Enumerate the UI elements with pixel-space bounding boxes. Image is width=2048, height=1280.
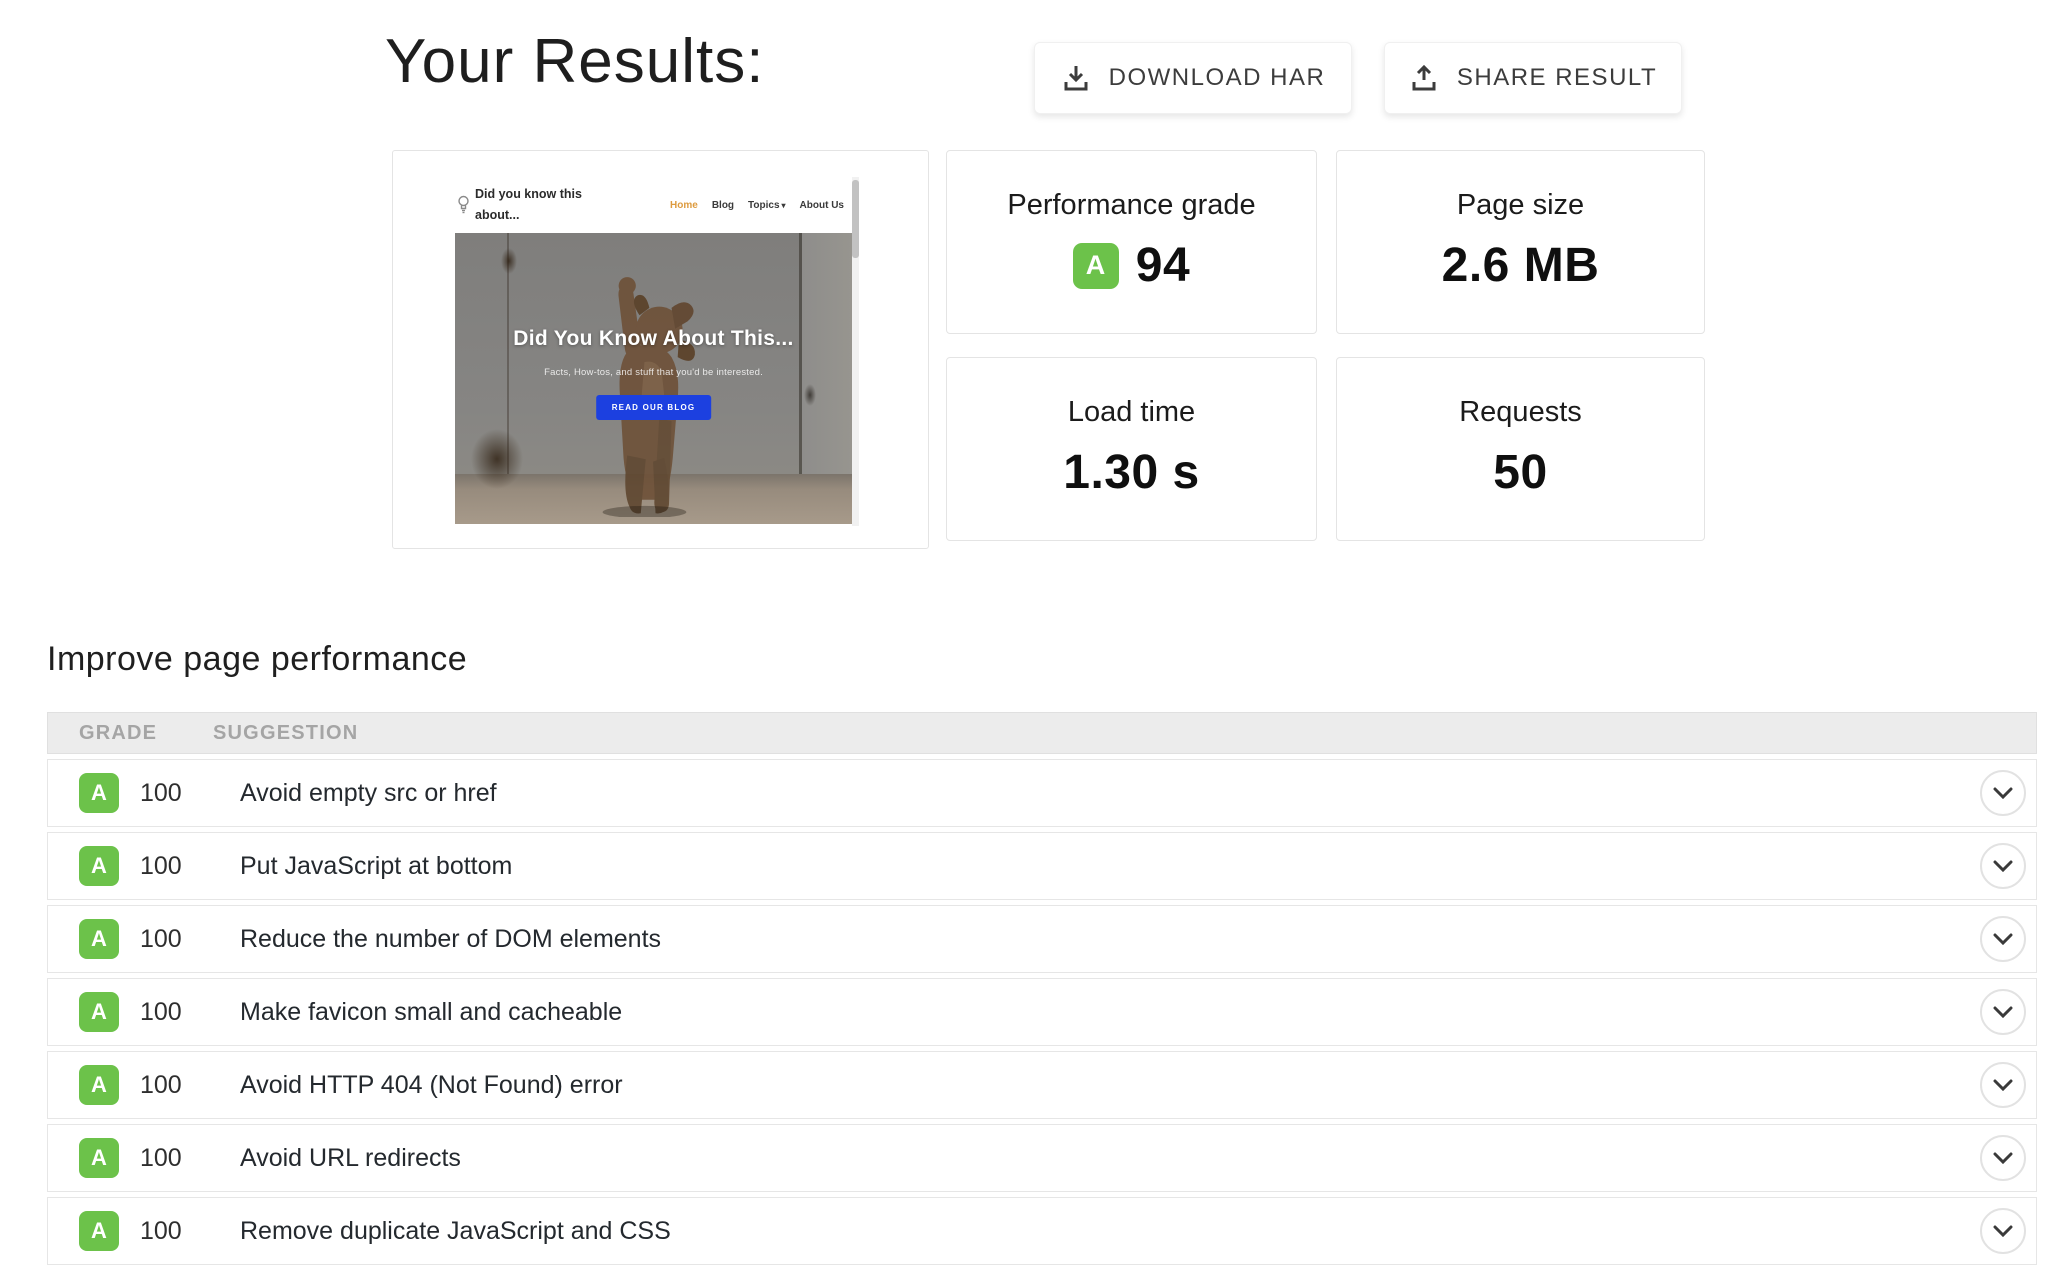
performance-grade-card: Performance grade A 94	[946, 150, 1317, 334]
row-grade-badge: A	[79, 846, 119, 886]
row-score: 100	[140, 1070, 182, 1099]
performance-grade-value: 94	[1135, 239, 1191, 292]
download-har-label: DOWNLOAD HAR	[1108, 64, 1326, 91]
load-time-label: Load time	[1067, 396, 1196, 428]
expand-row-button[interactable]	[1980, 843, 2026, 889]
suggestion-row[interactable]: A 100 Avoid empty src or href	[47, 759, 2037, 827]
row-score: 100	[140, 997, 182, 1026]
chevron-down-icon	[1993, 933, 2013, 945]
mini-hero-subtitle: Facts, How-tos, and stuff that you'd be …	[544, 367, 763, 378]
chevron-down-icon	[1993, 1079, 2013, 1091]
mini-nav-about: About Us	[799, 199, 844, 211]
door-knob	[804, 384, 817, 407]
requests-label: Requests	[1459, 396, 1582, 428]
page-size-label: Page size	[1456, 189, 1585, 221]
row-suggestion-text: Avoid empty src or href	[240, 778, 497, 807]
column-header-grade: GRADE	[79, 721, 158, 744]
mini-logo-line1: Did you know this	[475, 187, 582, 202]
lightbulb-icon	[457, 195, 470, 215]
download-icon	[1061, 63, 1091, 93]
mini-hero-title: Did You Know About This...	[513, 327, 794, 350]
row-score: 100	[140, 1216, 182, 1245]
expand-row-button[interactable]	[1980, 770, 2026, 816]
suggestion-row[interactable]: A 100 Reduce the number of DOM elements	[47, 905, 2037, 973]
mini-site-hero-image: Did You Know About This... Facts, How-to…	[455, 233, 852, 524]
chevron-down-icon	[1993, 860, 2013, 872]
improve-section-heading: Improve page performance	[47, 640, 468, 678]
mini-logo-line2: about...	[475, 208, 520, 222]
row-grade-badge: A	[79, 773, 119, 813]
speed-test-results-page: Your Results: DOWNLOAD HAR SHARE RESULT	[0, 0, 2048, 1280]
row-score: 100	[140, 1143, 182, 1172]
mini-nav-blog: Blog	[711, 199, 735, 211]
row-suggestion-text: Avoid URL redirects	[240, 1143, 461, 1172]
suggestion-row[interactable]: A 100 Make favicon small and cacheable	[47, 978, 2037, 1046]
chevron-down-icon	[1993, 1152, 2013, 1164]
mini-site-header: Did you know this about... Home Blog Top…	[455, 177, 852, 233]
share-result-label: SHARE RESULT	[1456, 64, 1658, 91]
mini-scrollbar-thumb	[852, 180, 859, 258]
mini-hero-button: READ OUR BLOG	[595, 395, 712, 420]
site-screenshot-card: Did you know this about... Home Blog Top…	[392, 150, 929, 549]
chevron-down-icon	[1993, 1006, 2013, 1018]
suggestion-row[interactable]: A 100 Put JavaScript at bottom	[47, 832, 2037, 900]
requests-value: 50	[1493, 446, 1548, 499]
share-icon	[1409, 63, 1439, 93]
expand-row-button[interactable]	[1980, 989, 2026, 1035]
row-grade-badge: A	[79, 1138, 119, 1178]
row-suggestion-text: Make favicon small and cacheable	[240, 997, 623, 1026]
row-suggestion-text: Put JavaScript at bottom	[240, 851, 513, 880]
download-har-button[interactable]: DOWNLOAD HAR	[1034, 42, 1352, 114]
row-suggestion-text: Reduce the number of DOM elements	[240, 924, 662, 953]
row-suggestion-text: Remove duplicate JavaScript and CSS	[240, 1216, 671, 1245]
share-result-button[interactable]: SHARE RESULT	[1384, 42, 1682, 114]
suggestions-table-header: GRADE SUGGESTION	[47, 712, 2037, 754]
caret-down-icon: ▾	[781, 200, 786, 210]
load-time-card: Load time 1.30 s	[946, 357, 1317, 541]
chevron-down-icon	[1993, 1225, 2013, 1237]
suggestion-row[interactable]: A 100 Avoid URL redirects	[47, 1124, 2037, 1192]
suggestion-row[interactable]: A 100 Remove duplicate JavaScript and CS…	[47, 1197, 2037, 1265]
row-grade-badge: A	[79, 1065, 119, 1105]
expand-row-button[interactable]	[1980, 916, 2026, 962]
wall-stain	[470, 429, 523, 490]
page-size-value: 2.6 MB	[1441, 239, 1600, 292]
chevron-down-icon	[1993, 787, 2013, 799]
requests-card: Requests 50	[1336, 357, 1705, 541]
expand-row-button[interactable]	[1980, 1062, 2026, 1108]
suggestion-row[interactable]: A 100 Avoid HTTP 404 (Not Found) error	[47, 1051, 2037, 1119]
site-screenshot: Did you know this about... Home Blog Top…	[455, 177, 859, 526]
column-header-suggestion: SUGGESTION	[213, 721, 359, 744]
row-grade-badge: A	[79, 919, 119, 959]
row-suggestion-text: Avoid HTTP 404 (Not Found) error	[240, 1070, 623, 1099]
row-score: 100	[140, 851, 182, 880]
page-title: Your Results:	[385, 27, 765, 96]
mini-nav-topics: Topics ▾	[748, 199, 786, 211]
row-score: 100	[140, 924, 182, 953]
expand-row-button[interactable]	[1980, 1208, 2026, 1254]
row-grade-badge: A	[79, 992, 119, 1032]
row-grade-badge: A	[79, 1211, 119, 1251]
suggestions-table: GRADE SUGGESTION A 100 Avoid empty src o…	[47, 712, 2037, 1265]
mini-nav-home: Home	[670, 199, 698, 211]
expand-row-button[interactable]	[1980, 1135, 2026, 1181]
mini-site-nav: Home Blog Topics ▾ About Us	[670, 200, 844, 211]
mini-scrollbar	[852, 177, 859, 526]
grade-badge: A	[1072, 242, 1119, 289]
mini-site-logo: Did you know this about...	[457, 184, 582, 225]
row-score: 100	[140, 778, 182, 807]
page-size-card: Page size 2.6 MB	[1336, 150, 1705, 334]
wall-stain	[500, 247, 517, 274]
load-time-value: 1.30 s	[1063, 446, 1200, 499]
performance-grade-label: Performance grade	[1007, 189, 1256, 221]
